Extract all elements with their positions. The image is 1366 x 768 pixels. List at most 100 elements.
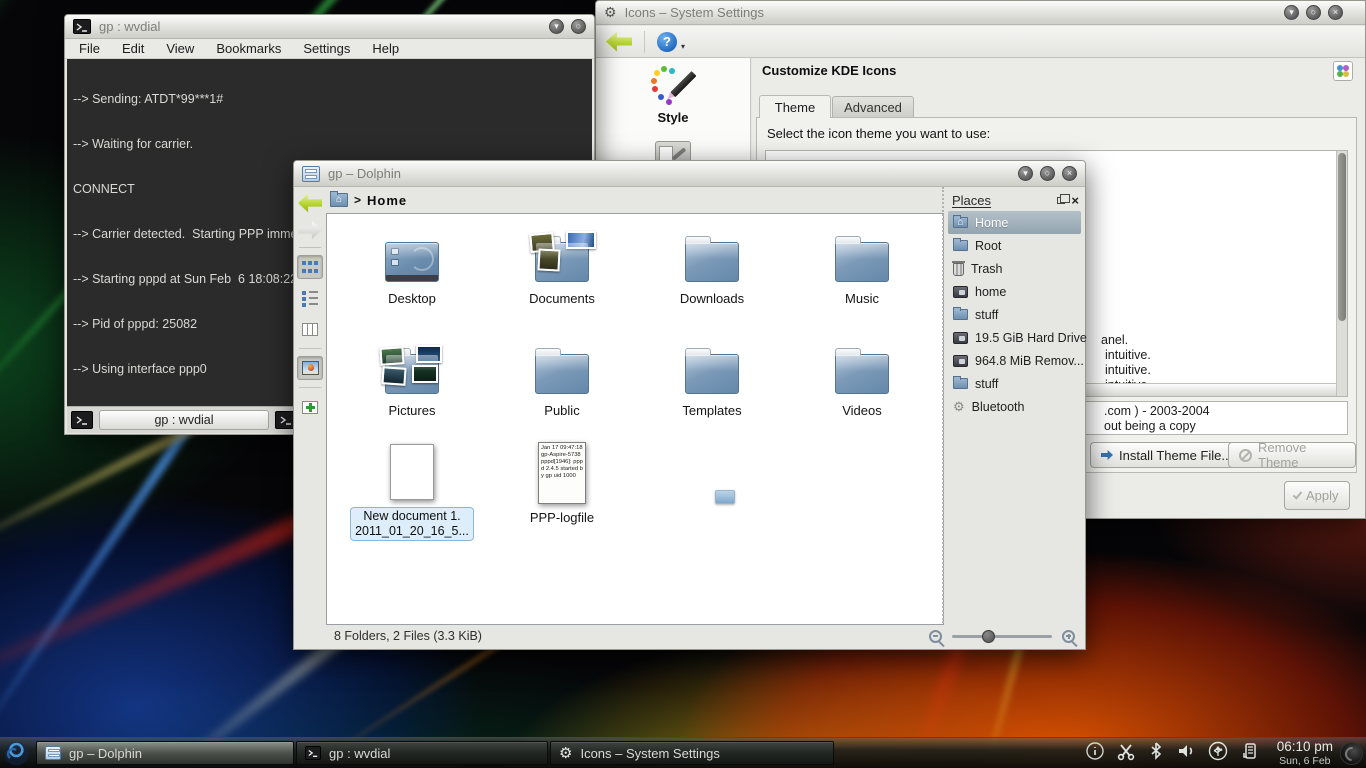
places-label: home — [975, 285, 1006, 299]
notifications-icon[interactable] — [1085, 741, 1105, 766]
install-theme-button[interactable]: Install Theme File... — [1090, 442, 1243, 468]
tab-advanced[interactable]: Advanced — [832, 96, 914, 118]
folder-item-videos[interactable]: Videos — [787, 336, 937, 418]
folder-item-documents[interactable]: Documents — [487, 224, 637, 306]
maximize-button[interactable]: ○ — [1040, 166, 1055, 181]
minimize-button[interactable]: ▾ — [549, 19, 564, 34]
theme-description-text: .com ) - 2003-2004 — [1104, 404, 1210, 418]
remove-theme-label: Remove Theme — [1258, 440, 1345, 470]
clock-date: Sun, 6 Feb — [1277, 754, 1333, 768]
terminal-menubar: File Edit View Bookmarks Settings Help — [65, 39, 594, 59]
places-item-home[interactable]: ⌂ Home — [948, 211, 1081, 234]
zoom-slider[interactable] — [952, 635, 1052, 638]
places-item-hard-drive[interactable]: 19.5 GiB Hard Drive — [948, 326, 1081, 349]
menu-file[interactable]: File — [79, 41, 100, 56]
detach-panel-icon[interactable] — [1057, 197, 1065, 204]
folder-item-music[interactable]: Music — [787, 224, 937, 306]
folder-label: Desktop — [337, 291, 487, 306]
maximize-button[interactable]: ○ — [571, 19, 586, 34]
new-tab-button[interactable] — [71, 411, 93, 429]
places-item-stuff2[interactable]: stuff — [948, 372, 1081, 395]
folder-label: Documents — [487, 291, 637, 306]
terminal-tab[interactable]: gp : wvdial — [99, 410, 269, 430]
details-view-button[interactable] — [297, 286, 323, 310]
terminal-line: --> Waiting for carrier. — [73, 137, 586, 152]
back-icon[interactable] — [298, 193, 322, 213]
file-label-line2: 2011_01_20_16_5... — [355, 524, 469, 539]
folder-label: Public — [487, 403, 637, 418]
help-icon[interactable]: ? — [657, 32, 677, 52]
places-item-home-partition[interactable]: home — [948, 280, 1081, 303]
folder-item-desktop[interactable]: Desktop — [337, 224, 487, 306]
close-button[interactable]: × — [1062, 166, 1077, 181]
folder-item-templates[interactable]: Templates — [637, 336, 787, 418]
theme-list-text: anel. — [1101, 333, 1128, 347]
terminal-line: --> Sending: ATDT*99***1# — [73, 92, 586, 107]
home-icon[interactable]: ⌂ — [330, 193, 348, 207]
zoom-out-icon[interactable] — [929, 630, 942, 643]
tab-theme[interactable]: Theme — [759, 95, 831, 118]
forward-icon[interactable] — [298, 220, 322, 240]
folder-item-downloads[interactable]: Downloads — [637, 224, 787, 306]
places-label: 19.5 GiB Hard Drive — [975, 331, 1087, 345]
places-title: Places — [952, 193, 991, 208]
folder-item-public[interactable]: Public — [487, 336, 637, 418]
columns-view-button[interactable] — [297, 317, 323, 341]
file-item-new-document[interactable]: New document 1. 2011_01_20_16_5... — [337, 438, 487, 541]
menu-settings[interactable]: Settings — [303, 41, 350, 56]
bluetooth-icon[interactable] — [1147, 741, 1165, 766]
close-button[interactable]: × — [1328, 5, 1343, 20]
places-panel: Places × ⌂ Home Root Trash home — [942, 187, 1085, 623]
folder-icon — [835, 242, 889, 282]
minimize-button[interactable]: ▾ — [1284, 5, 1299, 20]
battery-icon[interactable] — [1240, 741, 1260, 766]
apply-button[interactable]: Apply — [1284, 481, 1350, 510]
task-label: gp : wvdial — [329, 746, 390, 761]
panel-toolbox-cashew[interactable] — [1340, 742, 1363, 765]
maximize-button[interactable]: ○ — [1306, 5, 1321, 20]
settings-titlebar[interactable]: ⚙ Icons – System Settings ▾ ○ × — [596, 1, 1365, 25]
document-file-icon — [390, 444, 434, 500]
task-wvdial[interactable]: gp : wvdial — [296, 741, 548, 765]
back-icon[interactable] — [606, 31, 632, 53]
icons-view-button[interactable] — [297, 255, 323, 279]
places-item-trash[interactable]: Trash — [948, 257, 1081, 280]
icon-view-toggle[interactable] — [1333, 61, 1353, 81]
usb-device-icon[interactable] — [1207, 741, 1229, 766]
menu-view[interactable]: View — [166, 41, 194, 56]
folder-icon — [535, 354, 589, 394]
remove-theme-button[interactable]: Remove Theme — [1228, 442, 1356, 468]
split-view-button[interactable] — [297, 395, 323, 419]
folder-icon — [953, 240, 968, 251]
preview-button[interactable] — [297, 356, 323, 380]
dolphin-file-view[interactable]: Desktop Documents Downloads Music — [326, 213, 944, 625]
places-item-bluetooth[interactable]: ⚙ Bluetooth — [948, 395, 1081, 418]
close-panel-icon[interactable]: × — [1071, 193, 1079, 208]
menu-edit[interactable]: Edit — [122, 41, 144, 56]
menu-help[interactable]: Help — [372, 41, 399, 56]
places-item-stuff[interactable]: stuff — [948, 303, 1081, 326]
task-system-settings[interactable]: ⚙ Icons – System Settings — [550, 741, 834, 765]
volume-icon[interactable] — [1176, 741, 1196, 766]
clock-time: 06:10 pm — [1277, 740, 1333, 754]
task-dolphin[interactable]: gp – Dolphin — [36, 741, 294, 765]
scrollbar-thumb[interactable] — [1338, 153, 1346, 321]
terminal-titlebar[interactable]: gp : wvdial ▾ ○ — [65, 15, 594, 39]
file-item-ppp-logfile[interactable]: Jan 17 09:47:18 gp-Aspire-5738 pppd[1946… — [487, 438, 637, 525]
zoom-in-icon[interactable] — [1062, 630, 1075, 643]
klipper-scissors-icon[interactable] — [1116, 741, 1136, 766]
places-item-root[interactable]: Root — [948, 234, 1081, 257]
digital-clock[interactable]: 06:10 pm Sun, 6 Feb — [1277, 740, 1333, 768]
vertical-scrollbar[interactable] — [1336, 151, 1347, 396]
sidebar-item-style[interactable]: Style — [596, 58, 750, 125]
places-item-removable[interactable]: 964.8 MiB Remov... — [948, 349, 1081, 372]
dolphin-titlebar[interactable]: gp – Dolphin ▾ ○ × — [294, 161, 1085, 187]
chevron-down-icon[interactable]: ▾ — [681, 42, 685, 51]
app-launcher-icon[interactable] — [3, 740, 30, 768]
menu-bookmarks[interactable]: Bookmarks — [216, 41, 281, 56]
toolbar-separator — [299, 348, 321, 349]
breadcrumb-home[interactable]: Home — [367, 193, 407, 208]
minimize-button[interactable]: ▾ — [1018, 166, 1033, 181]
zoom-slider-handle[interactable] — [982, 630, 995, 643]
folder-item-pictures[interactable]: Pictures — [337, 336, 487, 418]
